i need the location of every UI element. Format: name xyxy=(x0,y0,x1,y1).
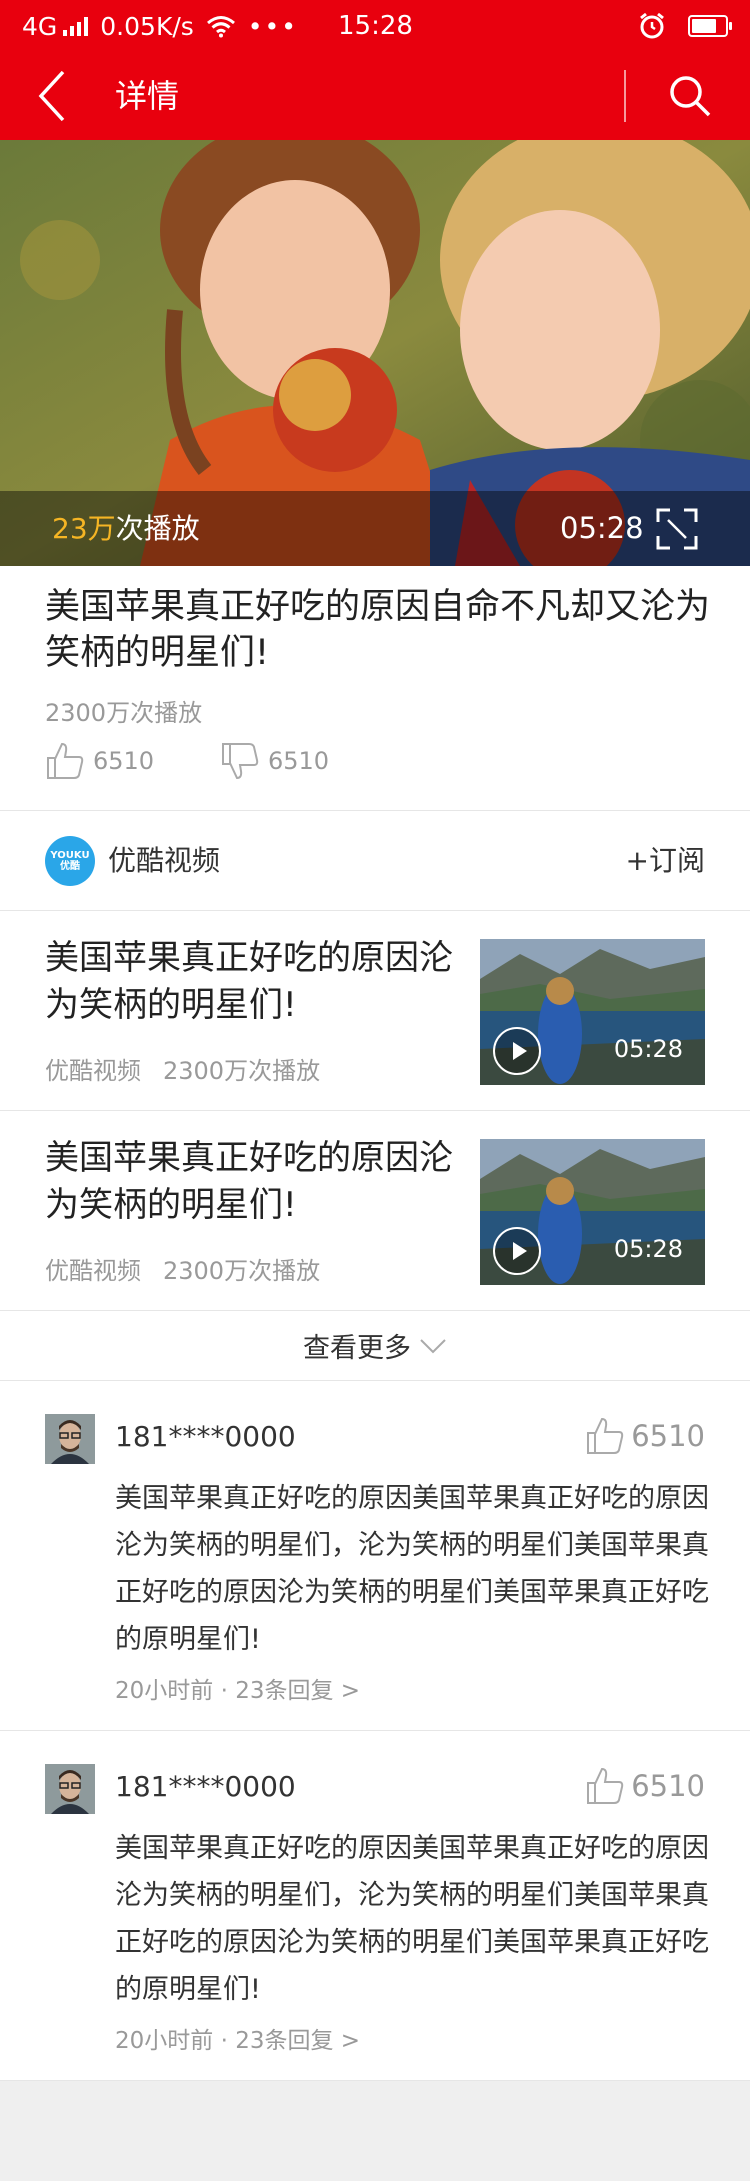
related-title: 美国苹果真正好吃的原因沦为笑柄的明星们! xyxy=(45,938,453,1025)
like-count: 6510 xyxy=(93,747,155,775)
comment-item: 181****0000 6510 美国苹果真正好吃的原因美国苹果真正好吃的原因沦… xyxy=(0,1731,750,2081)
comment-user: 181****0000 xyxy=(115,1420,296,1453)
see-more-button[interactable]: 查看更多 xyxy=(0,1311,750,1381)
page-title: 详情 xyxy=(115,77,180,115)
comment-text: 美国苹果真正好吃的原因美国苹果真正好吃的原因沦为笑柄的明星们，沦为笑柄的明星们美… xyxy=(115,1483,709,1655)
comment-like-button[interactable]: 6510 xyxy=(585,1411,705,1461)
back-icon xyxy=(38,70,65,122)
fullscreen-icon[interactable] xyxy=(655,507,699,551)
alarm-icon xyxy=(640,12,664,39)
related-meta: 优酷视频 2300万次播放 xyxy=(45,1051,320,1086)
signal-icon xyxy=(63,16,89,36)
related-source: 优酷视频 xyxy=(45,1257,141,1285)
search-button[interactable] xyxy=(660,66,720,126)
nav-bar: 详情 xyxy=(0,52,750,140)
logo-text-top: YOUKU xyxy=(50,850,90,861)
comment-like-count: 6510 xyxy=(631,1419,705,1453)
thumb-up-icon xyxy=(47,742,84,779)
like-button[interactable]: 6510 xyxy=(45,736,154,786)
play-count-number: 23万 xyxy=(52,512,116,545)
wifi-icon xyxy=(206,16,235,38)
avatar-image xyxy=(45,1414,95,1464)
app-header: 4G 0.05K/s ••• 15:28 详情 xyxy=(0,0,750,140)
video-duration: 05:28 xyxy=(560,511,644,545)
channel-name[interactable]: 优酷视频 xyxy=(108,811,220,911)
status-time: 15:28 xyxy=(338,11,413,41)
thumb-up-icon xyxy=(587,1767,624,1804)
status-bar: 4G 0.05K/s ••• 15:28 xyxy=(0,0,750,52)
related-thumbnail[interactable]: 05:28 xyxy=(480,1139,705,1285)
chevron-down-icon xyxy=(420,1338,446,1353)
comment-meta[interactable]: 20小时前 · 23条回复 > xyxy=(115,1671,360,1705)
play-count-suffix: 次播放 xyxy=(115,512,200,545)
related-meta: 优酷视频 2300万次播放 xyxy=(45,1251,320,1286)
play-icon[interactable] xyxy=(493,1227,541,1275)
related-thumbnail[interactable]: 05:28 xyxy=(480,939,705,1085)
comment-meta[interactable]: 20小时前 · 23条回复 > xyxy=(115,2021,360,2055)
back-button[interactable] xyxy=(22,66,82,126)
video-player[interactable]: 23万次播放 05:28 xyxy=(0,140,750,566)
play-icon[interactable] xyxy=(493,1027,541,1075)
status-more-dots: ••• xyxy=(247,11,299,41)
status-left: 4G 0.05K/s ••• xyxy=(22,10,298,42)
avatar-image xyxy=(45,1764,95,1814)
youku-logo: YOUKU 优酷 xyxy=(45,836,95,886)
comment-user: 181****0000 xyxy=(115,1770,296,1803)
related-video-item[interactable]: 美国苹果真正好吃的原因沦为笑柄的明星们! 优酷视频 2300万次播放 05:28 xyxy=(0,911,750,1111)
comment-text: 美国苹果真正好吃的原因美国苹果真正好吃的原因沦为笑柄的明星们，沦为笑柄的明星们美… xyxy=(115,1833,709,2005)
video-info: 美国苹果真正好吃的原因自命不凡却又沦为笑柄的明星们! 2300万次播放 6510… xyxy=(0,566,750,811)
logo-text-bottom: 优酷 xyxy=(60,861,80,872)
comment-like-count: 6510 xyxy=(631,1769,705,1803)
related-views: 2300万次播放 xyxy=(163,1257,321,1285)
related-duration: 05:28 xyxy=(613,1035,683,1063)
search-icon xyxy=(670,76,711,117)
network-speed: 0.05K/s xyxy=(100,11,194,41)
comment-item: 181****0000 6510 美国苹果真正好吃的原因美国苹果真正好吃的原因沦… xyxy=(0,1381,750,1731)
play-count: 23万次播放 xyxy=(52,491,200,566)
status-right xyxy=(638,10,732,42)
dislike-button[interactable]: 6510 xyxy=(220,736,329,786)
dislike-count: 6510 xyxy=(268,747,330,775)
avatar[interactable] xyxy=(45,1414,95,1464)
video-detail-page: 4G 0.05K/s ••• 15:28 详情 23万次播放 05:28 美国苹… xyxy=(0,0,750,2181)
battery-level xyxy=(692,19,716,33)
battery-icon xyxy=(688,15,732,37)
related-video-item[interactable]: 美国苹果真正好吃的原因沦为笑柄的明星们! 优酷视频 2300万次播放 05:28 xyxy=(0,1111,750,1311)
related-title: 美国苹果真正好吃的原因沦为笑柄的明星们! xyxy=(45,1138,453,1225)
related-duration: 05:28 xyxy=(613,1235,683,1263)
nav-divider xyxy=(624,70,626,122)
video-info-bar: 23万次播放 05:28 xyxy=(0,491,750,566)
avatar[interactable] xyxy=(45,1764,95,1814)
channel-row: YOUKU 优酷 优酷视频 +订阅 xyxy=(0,811,750,911)
see-more-label: 查看更多 xyxy=(303,1333,411,1364)
thumb-up-icon xyxy=(587,1417,624,1454)
thumb-down-icon xyxy=(222,743,259,780)
network-type: 4G xyxy=(22,11,58,41)
related-source: 优酷视频 xyxy=(45,1057,141,1085)
related-views: 2300万次播放 xyxy=(163,1057,321,1085)
video-title: 美国苹果真正好吃的原因自命不凡却又沦为笑柄的明星们! xyxy=(45,587,711,673)
view-count: 2300万次播放 xyxy=(45,699,203,727)
comment-like-button[interactable]: 6510 xyxy=(585,1761,705,1811)
subscribe-button[interactable]: +订阅 xyxy=(626,811,705,911)
